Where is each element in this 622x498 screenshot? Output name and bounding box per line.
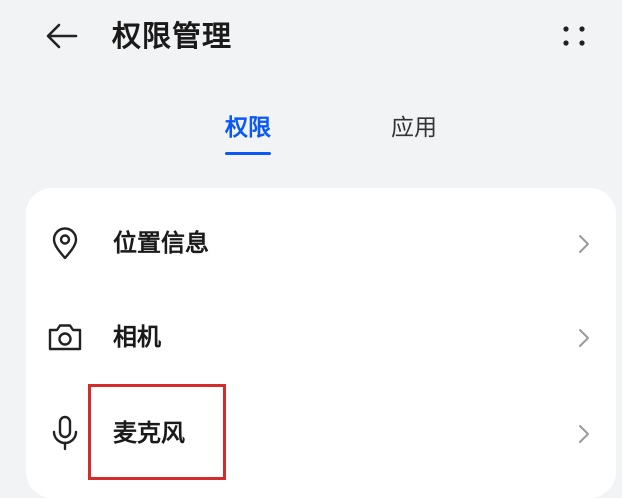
- permission-item-camera[interactable]: 相机: [26, 288, 616, 384]
- permission-item-location[interactable]: 位置信息: [26, 194, 616, 290]
- tab-apps[interactable]: 应用: [391, 110, 437, 146]
- back-button[interactable]: [40, 14, 84, 58]
- chevron-right-icon: [574, 420, 594, 448]
- microphone-icon: [46, 414, 84, 452]
- page-title: 权限管理: [112, 19, 233, 53]
- app-header: 权限管理: [0, 0, 622, 72]
- more-dots-icon: [563, 26, 585, 46]
- location-pin-icon: [46, 224, 84, 262]
- active-tab-indicator: [225, 152, 271, 155]
- permission-label: 位置信息: [113, 229, 209, 257]
- more-options-button[interactable]: [552, 14, 596, 58]
- camera-icon: [46, 318, 84, 356]
- chevron-right-icon: [574, 324, 594, 352]
- tab-bar: 权限 应用: [0, 100, 622, 160]
- tab-label: 权限: [225, 115, 271, 141]
- arrow-left-icon: [46, 23, 78, 49]
- highlight-annotation-box: [88, 384, 226, 480]
- tab-permissions[interactable]: 权限: [225, 110, 271, 155]
- permission-label: 相机: [113, 323, 161, 351]
- chevron-right-icon: [574, 230, 594, 258]
- tab-label: 应用: [391, 115, 437, 141]
